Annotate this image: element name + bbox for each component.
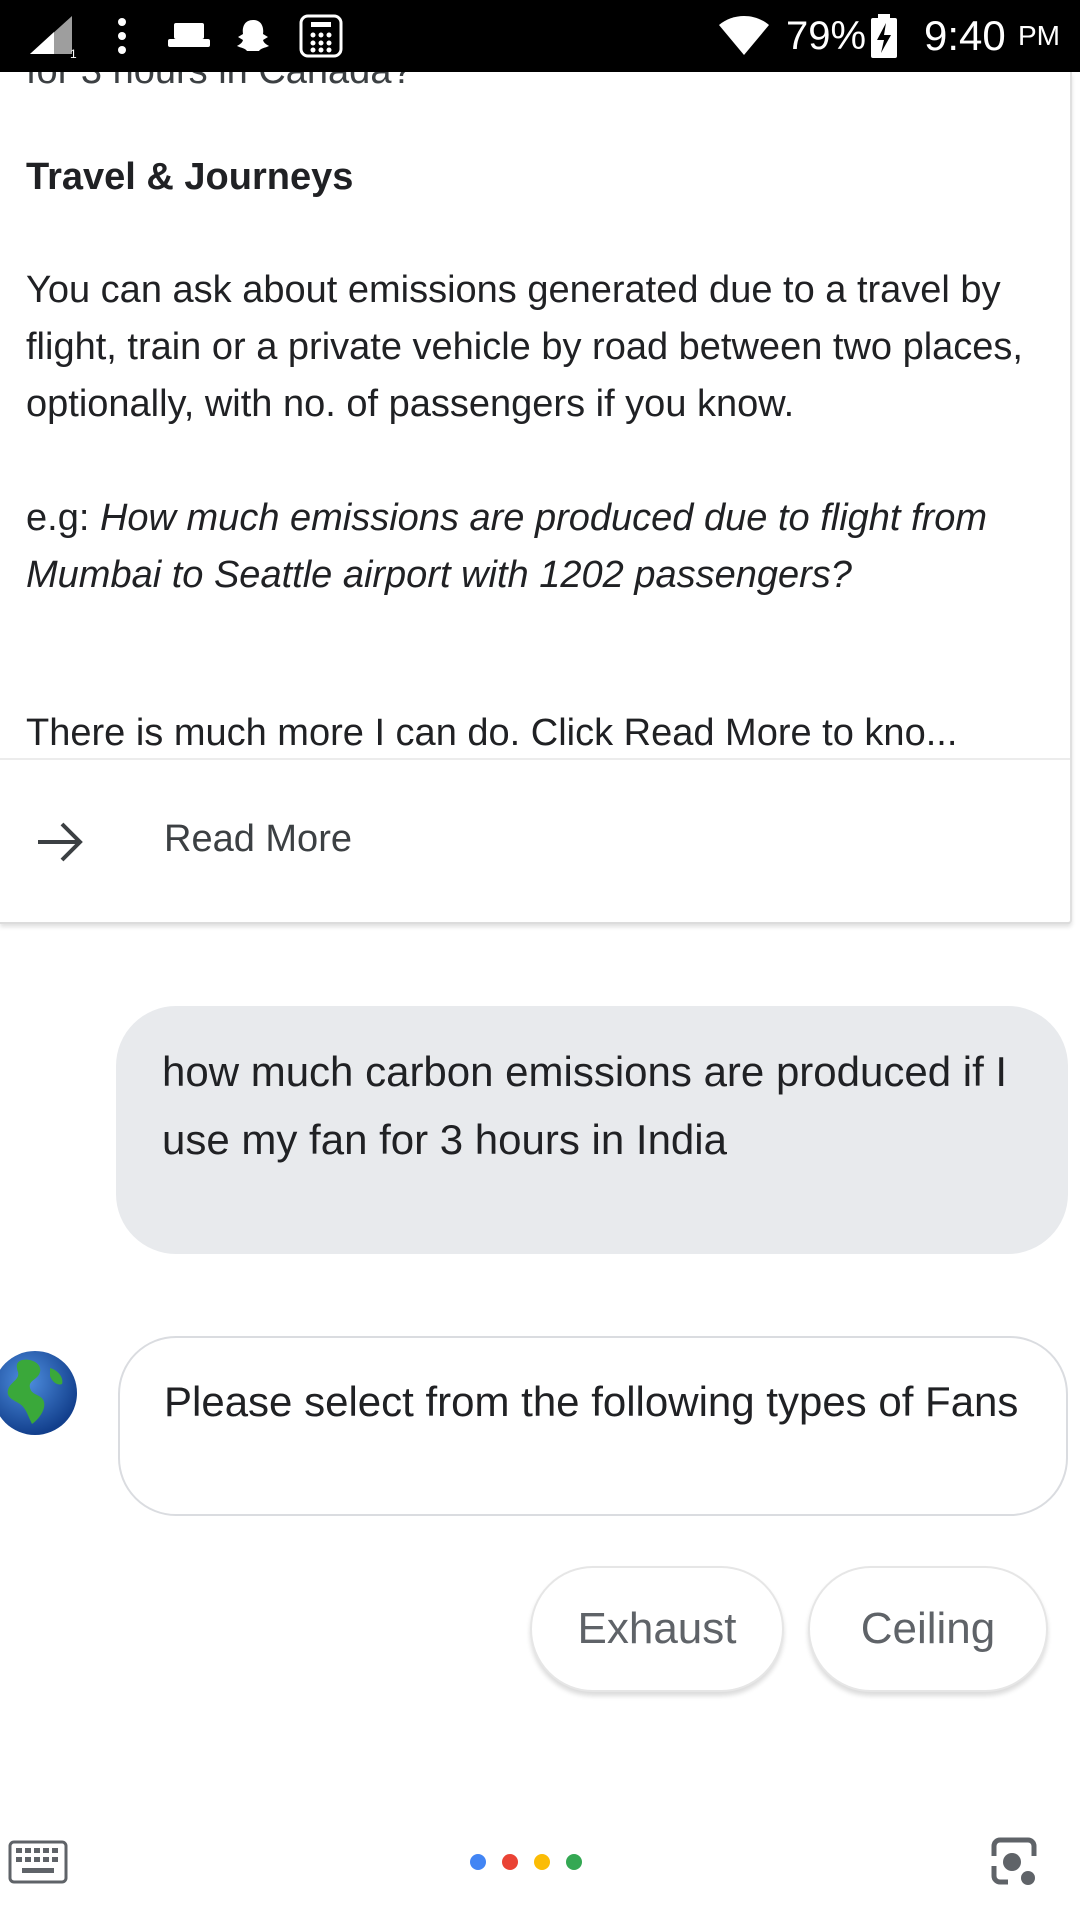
arrow-right-icon <box>34 812 88 872</box>
more-text: There is much more I can do. Click Read … <box>26 712 958 754</box>
calculator-icon <box>296 0 346 72</box>
globe-icon <box>0 1350 78 1436</box>
lens-icon[interactable] <box>984 1832 1044 1892</box>
battery-percent: 79% <box>786 14 867 58</box>
bottom-bar <box>0 1820 1080 1920</box>
example-text: e.g: How much emissions are produced due… <box>26 490 1036 604</box>
section-description: You can ask about emissions generated du… <box>26 269 1023 425</box>
bot-message-bubble: Please select from the following types o… <box>118 1336 1068 1516</box>
clock-time: 9:40 <box>924 12 1006 59</box>
example-prefix: e.g: <box>26 497 100 539</box>
example-query: How much emissions are produced due to f… <box>26 497 988 596</box>
user-message-bubble: how much carbon emissions are produced i… <box>116 1006 1068 1254</box>
status-bar: 1 79% 9:40 PM <box>0 0 1080 72</box>
assistant-dot-green <box>566 1854 582 1870</box>
more-vert-icon <box>108 0 136 72</box>
suggestion-chip-exhaust[interactable]: Exhaust <box>530 1566 784 1692</box>
read-more-label: Read More <box>164 818 352 860</box>
keyboard-icon[interactable] <box>8 1838 68 1886</box>
snapchat-icon <box>230 0 276 72</box>
wifi-icon <box>716 0 772 72</box>
assistant-dots[interactable] <box>466 1854 586 1878</box>
battery-charging-icon <box>866 0 902 72</box>
signal-icon: 1 <box>26 0 88 72</box>
screen-cast-icon <box>164 0 214 72</box>
suggestion-chip-ceiling[interactable]: Ceiling <box>808 1566 1048 1692</box>
section-title: Travel & Journeys <box>26 156 354 198</box>
svg-text:1: 1 <box>70 47 77 58</box>
assistant-dot-blue <box>470 1854 486 1870</box>
read-more-button[interactable]: Read More <box>0 760 1070 922</box>
assistant-dot-red <box>502 1854 518 1870</box>
assistant-dot-yellow <box>534 1854 550 1870</box>
clock-ampm: PM <box>1018 20 1060 51</box>
card-previous-text: for 3 hours in Canada? <box>26 72 413 93</box>
help-card: for 3 hours in Canada? Travel & Journeys… <box>0 72 1072 924</box>
